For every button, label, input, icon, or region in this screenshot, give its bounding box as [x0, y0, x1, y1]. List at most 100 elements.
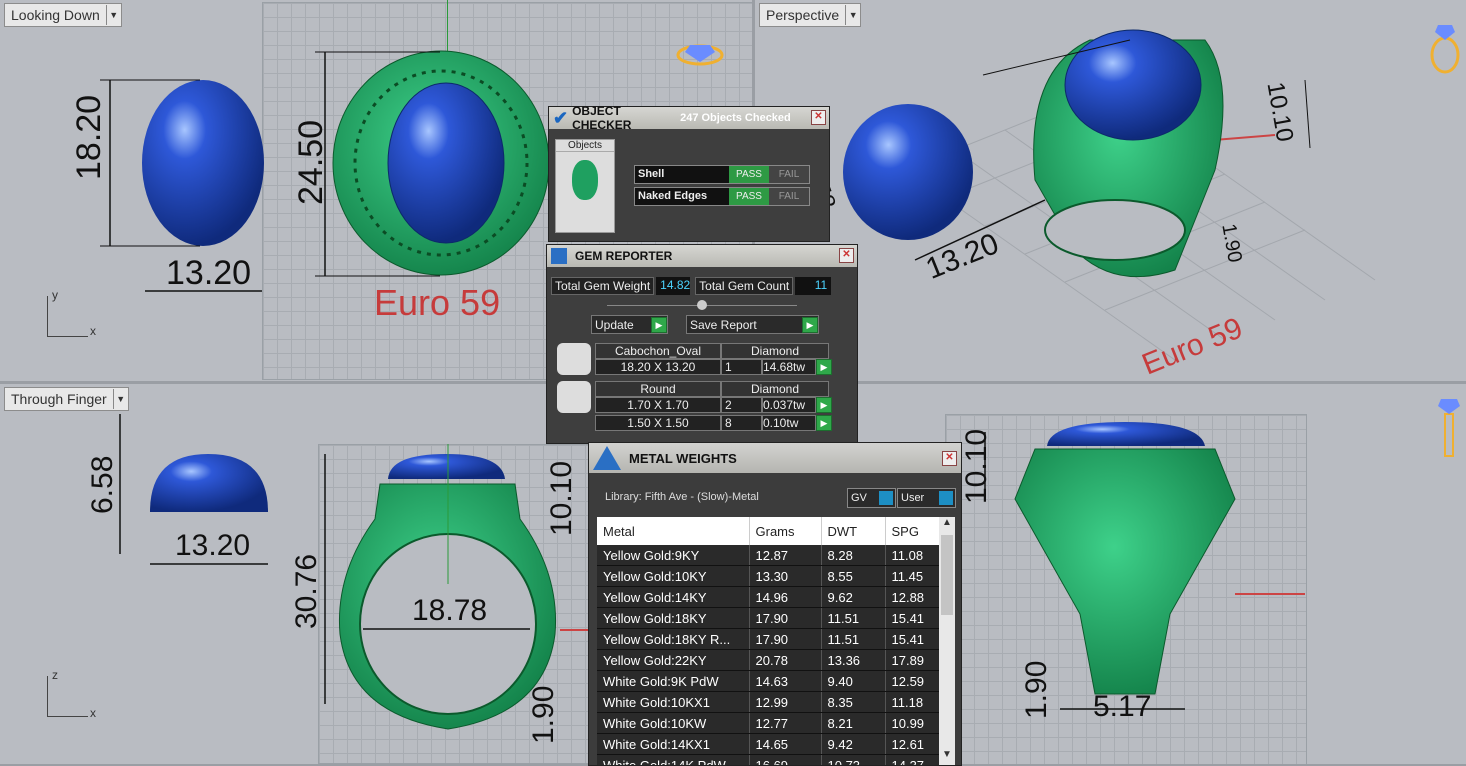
- pass-badge: PASS: [729, 188, 769, 205]
- spg-cell: 11.08: [885, 545, 940, 566]
- gem-report-icon: [551, 248, 567, 264]
- user-toggle[interactable]: User: [897, 488, 956, 508]
- object-checker-panel: ✔ OBJECT CHECKER 247 Objects Checked ✕ O…: [548, 104, 830, 242]
- play-icon: ▶: [802, 316, 818, 333]
- scrollbar[interactable]: ▲ ▼: [939, 517, 955, 765]
- metal-table-wrap[interactable]: Metal Grams DWT SPG Yellow Gold:9KY 12.87…: [597, 517, 955, 765]
- grams-cell: 14.65: [749, 733, 822, 755]
- dim-ring-height: 30.76: [290, 553, 323, 629]
- dim-top-height: 10.10: [960, 428, 993, 504]
- objects-thumbnail[interactable]: Objects: [555, 139, 615, 233]
- check-name: Naked Edges: [635, 188, 729, 205]
- gem-material: Diamond: [721, 381, 829, 397]
- slider-handle[interactable]: [697, 300, 707, 310]
- gem-shape: Cabochon_Oval: [595, 343, 721, 359]
- axis-indicator: zx: [47, 668, 96, 720]
- count-label: Total Gem Count: [695, 277, 794, 295]
- dwt-cell: 11.51: [821, 628, 886, 650]
- col-grams[interactable]: Grams: [749, 517, 822, 545]
- col-dwt[interactable]: DWT: [821, 517, 886, 545]
- dwt-cell: 13.36: [821, 649, 886, 671]
- panel-title: METAL WEIGHTS: [629, 450, 737, 466]
- table-row[interactable]: Yellow Gold:14KY 14.96 9.62 12.88: [597, 586, 940, 608]
- metal-name: Yellow Gold:22KY: [597, 649, 750, 671]
- scroll-up-icon[interactable]: ▲: [939, 517, 955, 533]
- metal-name: White Gold:14K PdW: [597, 754, 750, 765]
- spg-cell: 17.89: [885, 649, 940, 671]
- table-row[interactable]: Yellow Gold:9KY 12.87 8.28 11.08: [597, 545, 940, 566]
- viewport-perspective[interactable]: Perspective▼ 10.10 13.20 1.90 6.58 Euro …: [755, 0, 1466, 381]
- count-value: 11: [795, 277, 832, 295]
- ring-size-label: Euro 59: [374, 282, 501, 323]
- toggle-icon: [879, 491, 893, 505]
- save-report-button[interactable]: Save Report ▶: [686, 315, 819, 334]
- grams-cell: 14.96: [749, 586, 822, 608]
- dwt-cell: 10.73: [821, 754, 886, 765]
- metal-name: White Gold:9K PdW: [597, 670, 750, 692]
- grams-cell: 16.69: [749, 754, 822, 765]
- check-row-naked-edges: Naked Edges PASS FAIL: [634, 187, 810, 206]
- metal-name: Yellow Gold:9KY: [597, 545, 750, 566]
- objects-count: 247 Objects Checked: [680, 111, 791, 124]
- dim-gem-height: 6.58: [86, 455, 119, 514]
- gem-reporter-titlebar[interactable]: GEM REPORTER ✕: [547, 245, 857, 267]
- cabochon-side: [150, 454, 268, 512]
- drawing-perspective: [843, 25, 1460, 361]
- col-metal[interactable]: Metal: [597, 517, 750, 545]
- close-icon[interactable]: ✕: [942, 451, 957, 466]
- col-spg[interactable]: SPG: [885, 517, 940, 545]
- gem-row: 18.20 X 13.20 1 14.68tw ▶: [595, 359, 832, 375]
- play-icon[interactable]: ▶: [816, 415, 832, 431]
- library-label: Library: Fifth Ave - (Slow)-Metal: [605, 491, 759, 503]
- metal-name: Yellow Gold:18KY: [597, 607, 750, 629]
- dim-band: 1.90: [527, 685, 560, 744]
- table-row[interactable]: Yellow Gold:10KY 13.30 8.55 11.45: [597, 565, 940, 587]
- oval-gem: [142, 80, 264, 246]
- table-row[interactable]: White Gold:9K PdW 14.63 9.40 12.59: [597, 670, 940, 692]
- gv-toggle[interactable]: GV: [847, 488, 896, 508]
- close-icon[interactable]: ✕: [839, 248, 854, 263]
- gem-thumb-oval-icon: [557, 343, 591, 375]
- metal-rows: Yellow Gold:9KY 12.87 8.28 11.08 Yellow Gold…: [597, 545, 940, 765]
- table-row[interactable]: Yellow Gold:22KY 20.78 13.36 17.89: [597, 649, 940, 671]
- panel-title: GEM REPORTER: [575, 249, 673, 263]
- dwt-cell: 8.28: [821, 545, 886, 566]
- spg-cell: 12.59: [885, 670, 940, 692]
- gem-slider[interactable]: [607, 300, 797, 310]
- metal-table: Metal Grams DWT SPG Yellow Gold:9KY 12.87…: [597, 517, 940, 765]
- axis-indicator: yx: [47, 288, 96, 338]
- weight-label: Total Gem Weight: [551, 277, 655, 295]
- metal-name: White Gold:14KX1: [597, 733, 750, 755]
- grams-cell: 20.78: [749, 649, 822, 671]
- dwt-cell: 8.21: [821, 712, 886, 734]
- grams-cell: 17.90: [749, 628, 822, 650]
- scroll-thumb[interactable]: [941, 535, 953, 615]
- table-row[interactable]: White Gold:10KX1 12.99 8.35 11.18: [597, 691, 940, 713]
- metal-name: White Gold:10KW: [597, 712, 750, 734]
- metal-weights-icon: [593, 446, 621, 470]
- check-row-shell: Shell PASS FAIL: [634, 165, 810, 184]
- metal-name: White Gold:10KX1: [597, 691, 750, 713]
- check-name: Shell: [635, 166, 729, 183]
- play-icon[interactable]: ▶: [816, 397, 832, 413]
- table-row[interactable]: White Gold:10KW 12.77 8.21 10.99: [597, 712, 940, 734]
- metal-weights-titlebar[interactable]: METAL WEIGHTS ✕: [589, 443, 961, 473]
- dwt-cell: 8.55: [821, 565, 886, 587]
- metal-name: Yellow Gold:14KY: [597, 586, 750, 608]
- table-row[interactable]: Yellow Gold:18KY R... 17.90 11.51 15.41: [597, 628, 940, 650]
- update-button[interactable]: Update ▶: [591, 315, 668, 334]
- close-icon[interactable]: ✕: [811, 110, 826, 125]
- scroll-down-icon[interactable]: ▼: [939, 749, 955, 765]
- table-header: Metal Grams DWT SPG: [597, 517, 940, 545]
- weight-value: 14.82: [656, 277, 690, 295]
- object-checker-titlebar[interactable]: ✔ OBJECT CHECKER 247 Objects Checked ✕: [549, 104, 829, 132]
- table-row[interactable]: Yellow Gold:18KY 17.90 11.51 15.41: [597, 607, 940, 629]
- dim-width: 13.20: [166, 254, 252, 292]
- play-icon[interactable]: ▶: [816, 359, 832, 375]
- spg-cell: 15.41: [885, 628, 940, 650]
- play-icon: ▶: [651, 316, 667, 333]
- gem-material: Diamond: [721, 343, 829, 359]
- dim-finger-size: 18.78: [412, 594, 488, 627]
- table-row[interactable]: White Gold:14K PdW 16.69 10.73 14.37: [597, 754, 940, 765]
- table-row[interactable]: White Gold:14KX1 14.65 9.42 12.61: [597, 733, 940, 755]
